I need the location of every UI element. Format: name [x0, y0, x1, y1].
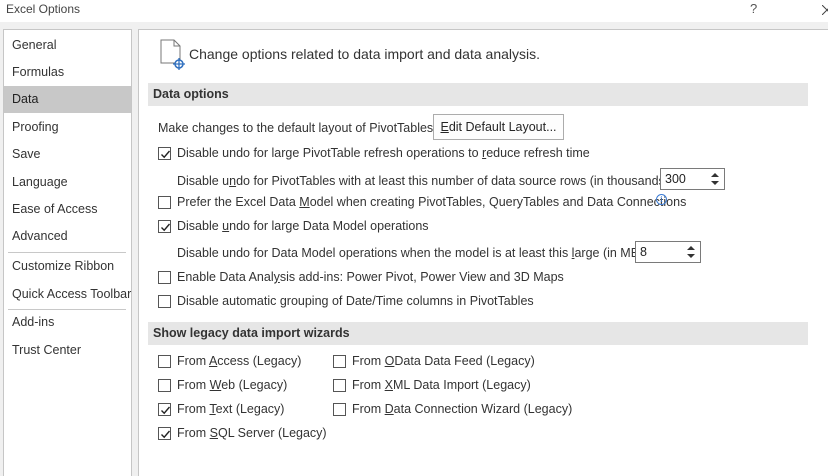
from-odata-label: From OData Data Feed (Legacy)	[352, 354, 535, 368]
spinner-arrows-icon[interactable]	[684, 242, 700, 262]
undo-rows-label: Disable undo for PivotTables with at lea…	[177, 174, 673, 188]
disable-date-grouping-checkbox[interactable]	[158, 295, 171, 308]
undo-model-spinner[interactable]: 8	[635, 241, 701, 263]
disable-undo-pivot-checkbox[interactable]	[158, 147, 171, 160]
sidebar-item-ease-of-access[interactable]: Ease of Access	[4, 196, 131, 223]
close-icon[interactable]	[818, 0, 828, 18]
section-header-legacy-wizards: Show legacy data import wizards	[148, 322, 808, 345]
dialog-body: General Formulas Data Proofing Save Lang…	[0, 22, 828, 476]
info-icon[interactable]: i	[656, 194, 667, 205]
data-page-icon	[160, 39, 188, 71]
disable-date-grouping-label: Disable automatic grouping of Date/Time …	[177, 294, 534, 308]
default-layout-label: Make changes to the default layout of Pi…	[158, 121, 437, 135]
sidebar-item-save[interactable]: Save	[4, 141, 131, 168]
disable-undo-model-label: Disable undo for large Data Model operat…	[177, 219, 429, 233]
from-data-connection-wizard-checkbox[interactable]	[333, 403, 346, 416]
section-header-data-options: Data options	[148, 83, 808, 106]
from-access-checkbox[interactable]	[158, 355, 171, 368]
sidebar-item-language[interactable]: Language	[4, 169, 131, 196]
from-xml-checkbox[interactable]	[333, 379, 346, 392]
enable-analysis-addins-checkbox[interactable]	[158, 271, 171, 284]
from-web-checkbox[interactable]	[158, 379, 171, 392]
prefer-data-model-label: Prefer the Excel Data Model when creatin…	[177, 195, 687, 209]
from-sql-server-label: From SQL Server (Legacy)	[177, 426, 327, 440]
undo-rows-value[interactable]: 300	[665, 172, 686, 186]
sidebar-item-trust-center[interactable]: Trust Center	[4, 337, 131, 364]
from-data-connection-wizard-label: From Data Connection Wizard (Legacy)	[352, 402, 573, 416]
undo-model-label: Disable undo for Data Model operations w…	[177, 246, 647, 260]
undo-model-value[interactable]: 8	[640, 245, 647, 259]
undo-rows-spinner[interactable]: 300	[660, 168, 725, 190]
sidebar-item-data[interactable]: Data	[4, 86, 131, 113]
sidebar-item-add-ins[interactable]: Add-ins	[4, 309, 131, 336]
title-bar: Excel Options ?	[0, 0, 828, 22]
sidebar-item-customize-ribbon[interactable]: Customize Ribbon	[4, 253, 131, 280]
sidebar-nav: General Formulas Data Proofing Save Lang…	[3, 29, 132, 476]
from-odata-checkbox[interactable]	[333, 355, 346, 368]
sidebar-item-formulas[interactable]: Formulas	[4, 59, 131, 86]
enable-analysis-addins-label: Enable Data Analysis add-ins: Power Pivo…	[177, 270, 564, 284]
prefer-data-model-checkbox[interactable]	[158, 196, 171, 209]
help-button[interactable]: ?	[750, 1, 757, 16]
from-text-label: From Text (Legacy)	[177, 402, 285, 416]
from-access-label: From Access (Legacy)	[177, 354, 302, 368]
spinner-arrows-icon[interactable]	[708, 169, 724, 189]
window-title: Excel Options	[6, 2, 81, 16]
sidebar-item-quick-access-toolbar[interactable]: Quick Access Toolbar	[4, 281, 131, 308]
from-sql-server-checkbox[interactable]	[158, 427, 171, 440]
disable-undo-model-checkbox[interactable]	[158, 220, 171, 233]
from-web-label: From Web (Legacy)	[177, 378, 288, 392]
from-text-checkbox[interactable]	[158, 403, 171, 416]
sidebar-item-proofing[interactable]: Proofing	[4, 114, 131, 141]
from-xml-label: From XML Data Import (Legacy)	[352, 378, 531, 392]
options-panel: Change options related to data import an…	[138, 29, 828, 476]
page-description: Change options related to data import an…	[189, 46, 541, 62]
edit-default-layout-button[interactable]: Edit Default Layout...	[433, 114, 564, 140]
disable-undo-pivot-label: Disable undo for large PivotTable refres…	[177, 146, 590, 160]
sidebar-item-advanced[interactable]: Advanced	[4, 223, 131, 250]
sidebar-item-general[interactable]: General	[4, 32, 131, 59]
